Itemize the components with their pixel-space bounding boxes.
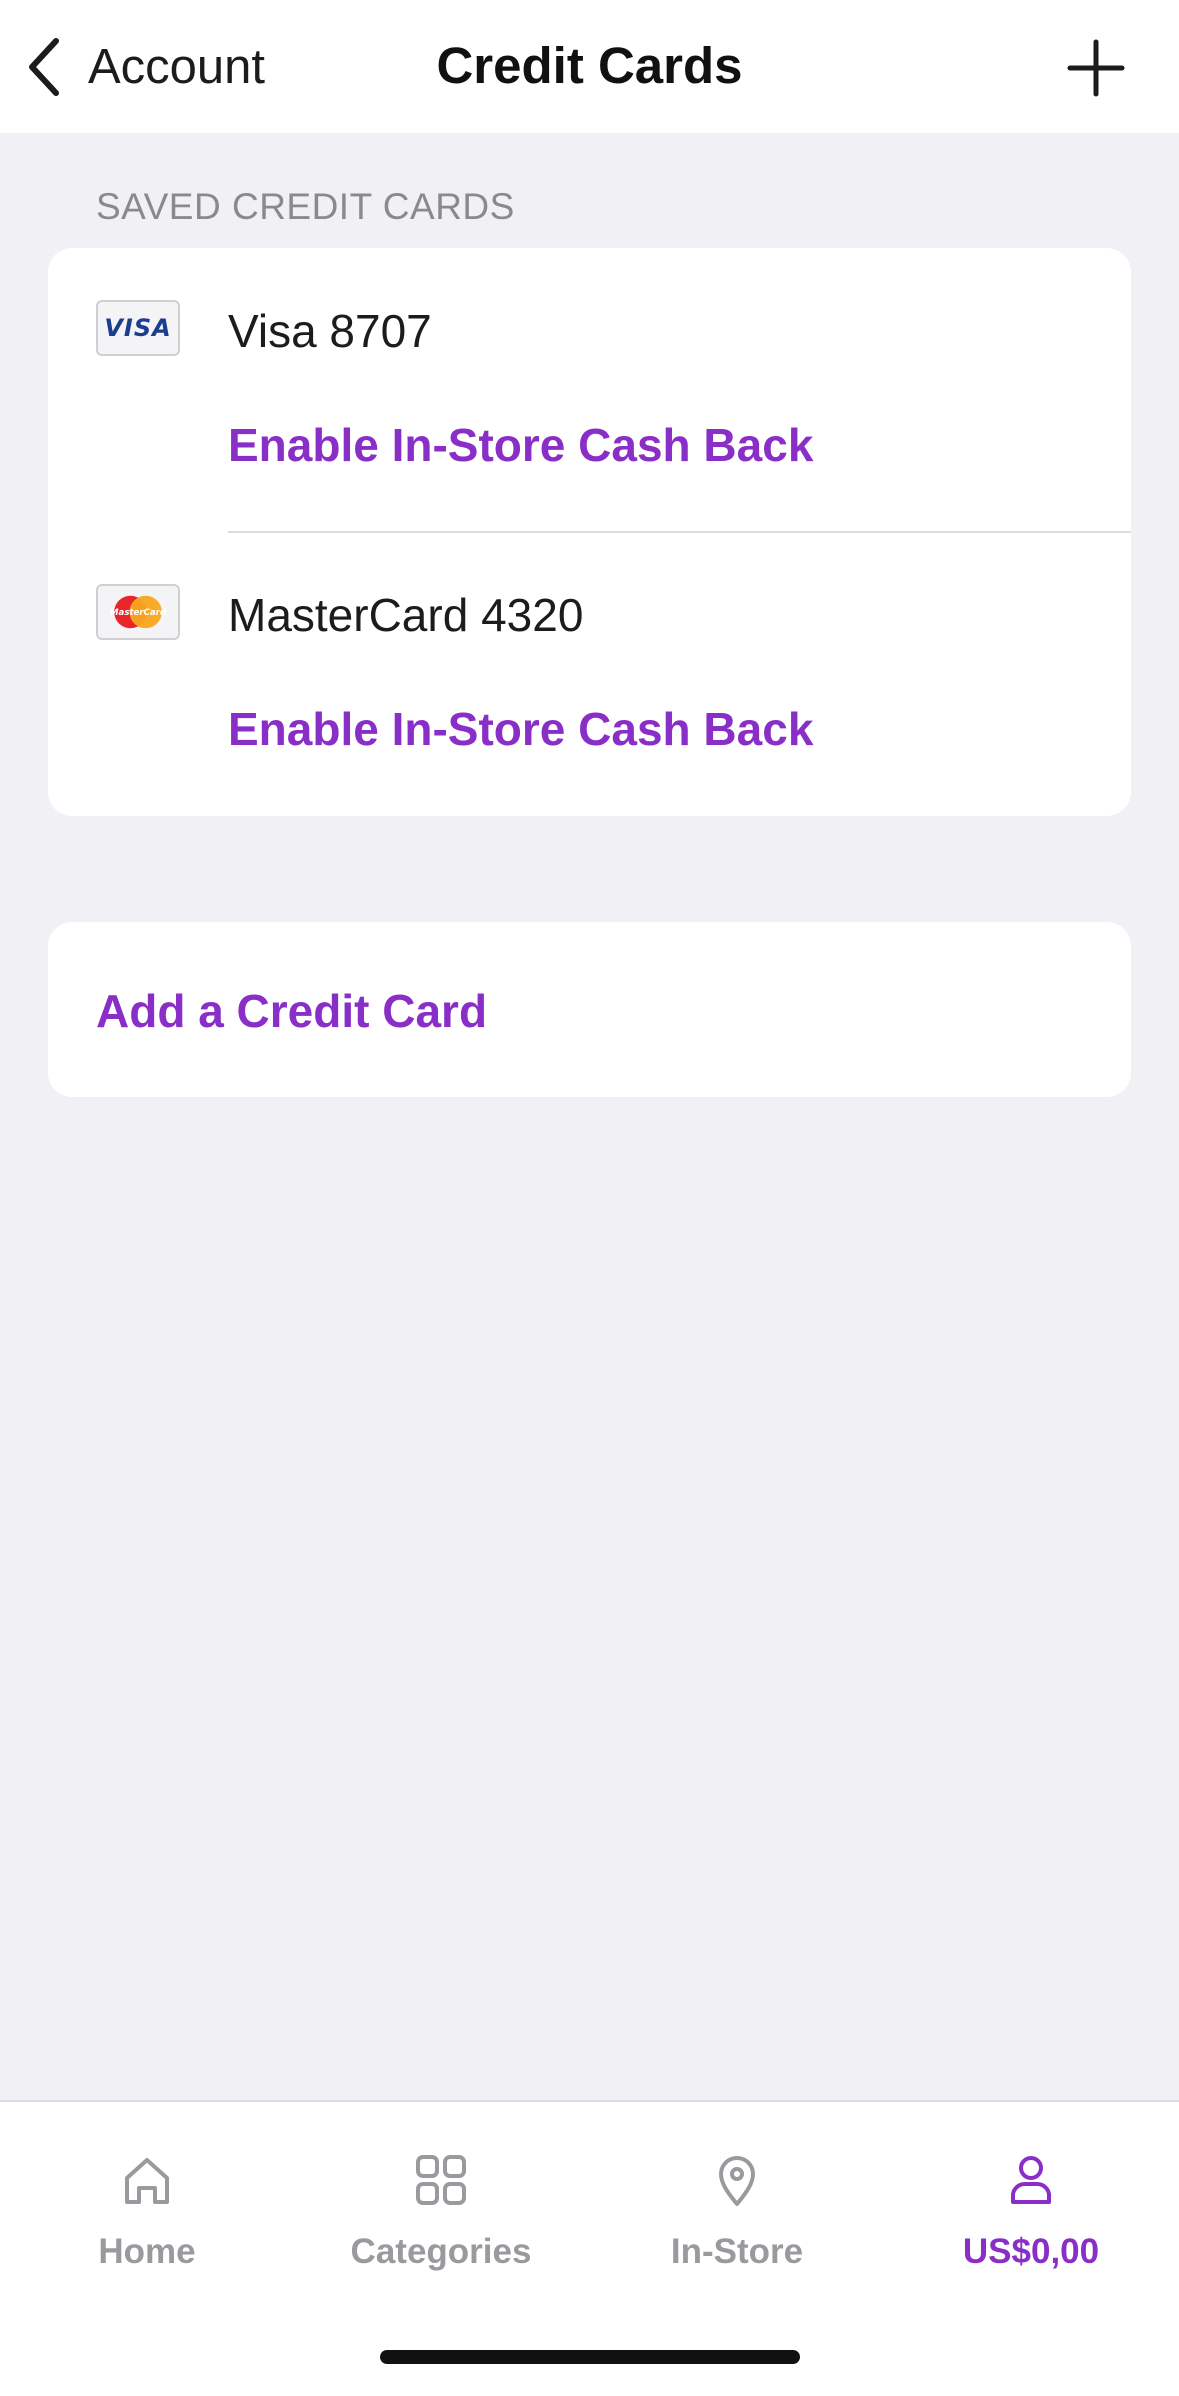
mastercard-logo-icon: MasterCard	[96, 584, 180, 640]
credit-cards-screen: Account Credit Cards SAVED CREDIT CARDS …	[0, 0, 1179, 2396]
saved-cards-list: VISA Visa 8707 Enable In-Store Cash Back…	[48, 248, 1131, 816]
enable-cash-back-link[interactable]: Enable In-Store Cash Back	[228, 418, 813, 472]
tab-label: Home	[98, 2232, 196, 2271]
nav-bar: Account Credit Cards	[0, 0, 1179, 133]
list-item[interactable]: VISA Visa 8707 Enable In-Store Cash Back	[48, 248, 1131, 532]
tab-label: In-Store	[670, 2232, 804, 2271]
grid-icon	[416, 2155, 466, 2205]
tab-home[interactable]: Home	[0, 2152, 294, 2302]
home-indicator[interactable]	[380, 2350, 800, 2364]
tab-categories[interactable]: Categories	[294, 2152, 588, 2302]
tab-label: Categories	[350, 2232, 532, 2271]
mastercard-logo-text: MasterCard	[110, 608, 167, 618]
enable-cash-back-link[interactable]: Enable In-Store Cash Back	[228, 702, 813, 756]
visa-logo-text: VISA	[104, 314, 172, 342]
card-name: MasterCard 4320	[228, 589, 584, 641]
section-header: SAVED CREDIT CARDS	[96, 186, 515, 227]
tab-in-store[interactable]: In-Store	[590, 2152, 884, 2302]
card-name: Visa 8707	[228, 305, 432, 357]
tab-account[interactable]: US$0,00	[884, 2152, 1178, 2302]
mastercard-circles-icon: MasterCard	[110, 595, 167, 629]
person-icon	[1011, 2156, 1051, 2204]
list-item[interactable]: MasterCard MasterCard 4320 Enable In-Sto…	[48, 532, 1131, 816]
visa-logo-icon: VISA	[96, 300, 180, 356]
add-credit-card-label: Add a Credit Card	[96, 985, 488, 1037]
tab-label: US$0,00	[962, 2232, 1100, 2271]
home-icon	[125, 2158, 169, 2204]
plus-icon[interactable]	[1060, 36, 1132, 100]
location-pin-icon	[719, 2156, 755, 2206]
page-title: Credit Cards	[436, 37, 743, 94]
add-credit-card-button[interactable]: Add a Credit Card	[48, 922, 1131, 1097]
